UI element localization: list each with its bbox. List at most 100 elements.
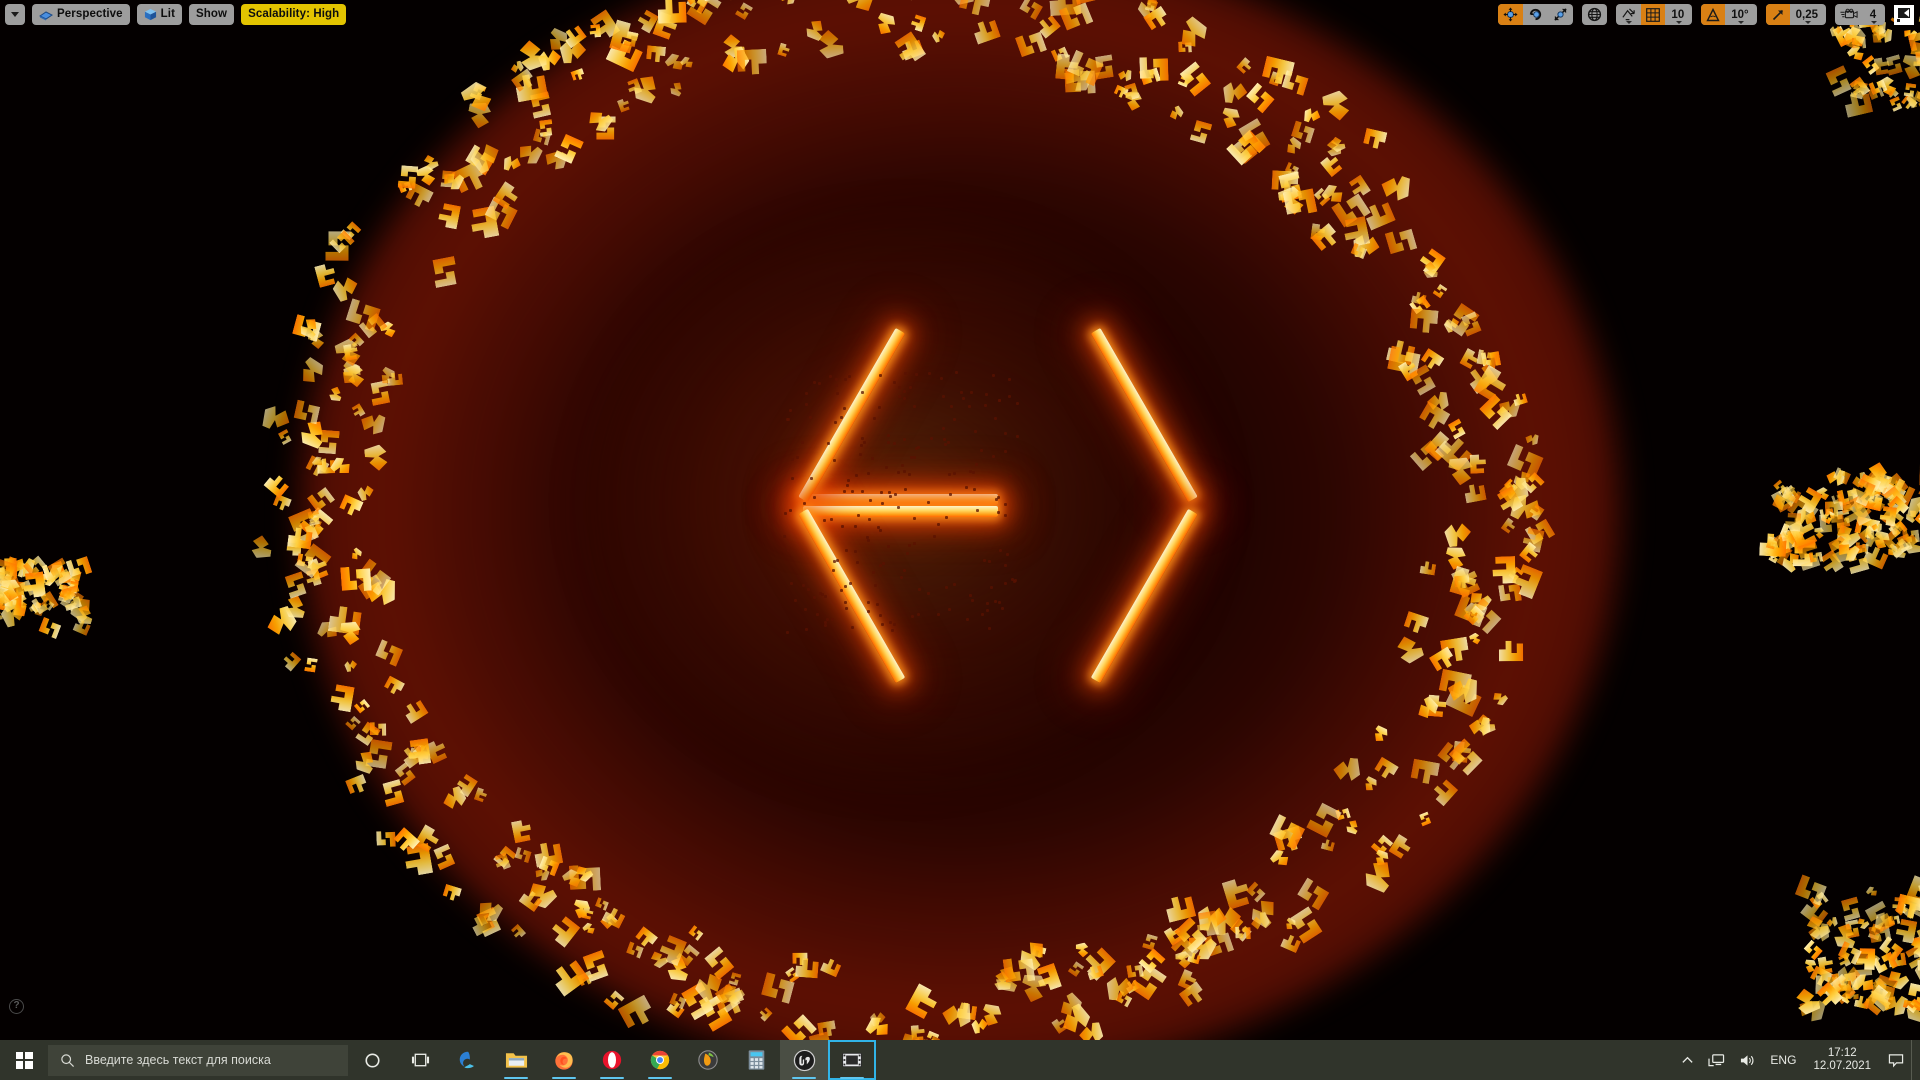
particle-shard [295, 354, 328, 387]
camera-speed-button[interactable] [1835, 4, 1863, 25]
view-mode-lit-label: Lit [160, 8, 176, 20]
scalability-button[interactable]: Scalability: High [241, 4, 347, 25]
show-flags-button[interactable]: Show [189, 4, 235, 25]
star-speck [916, 613, 920, 617]
grid-snap-toggle[interactable] [1641, 4, 1666, 25]
maximize-icon [1894, 4, 1914, 25]
particle-shard [442, 884, 462, 902]
taskbar-item-firefox[interactable] [540, 1040, 588, 1080]
particle-shard [668, 80, 686, 98]
star-speck [873, 416, 877, 420]
particle-shard [314, 262, 337, 288]
taskbar-item-calculator[interactable] [732, 1040, 780, 1080]
world-coordinate-toggle[interactable] [1582, 4, 1607, 25]
particle-shard [381, 779, 407, 807]
star-speck [884, 466, 888, 470]
particle-shard [1498, 582, 1522, 603]
unreal-viewport[interactable]: Perspective Lit Show Scalability: High 1… [0, 0, 1920, 1040]
angle-snap-value[interactable]: 10° [1725, 4, 1756, 25]
network-icon-button[interactable] [1701, 1040, 1732, 1080]
particle-shard [328, 385, 344, 403]
taskbar-item-unreal-engine[interactable] [780, 1040, 828, 1080]
search-icon [61, 1053, 75, 1067]
show-desktop-button[interactable] [1911, 1040, 1920, 1080]
taskbar-item-media[interactable] [828, 1040, 876, 1080]
scale-snap-toggle[interactable] [1765, 4, 1790, 25]
view-mode-lit-button[interactable]: Lit [136, 4, 183, 25]
task-view-button[interactable] [396, 1040, 444, 1080]
camera-speed-value[interactable]: 4 [1863, 4, 1885, 25]
select-move-tool[interactable] [1498, 4, 1524, 25]
particle-shard [340, 565, 372, 592]
particle-shard [911, 1025, 926, 1040]
star-speck [845, 548, 849, 552]
particle-shard [1524, 431, 1541, 446]
particle-shard [757, 1006, 772, 1021]
taskbar-item-edge[interactable] [444, 1040, 492, 1080]
maximize-viewport-button[interactable] [1894, 4, 1914, 25]
surface-snap-icon [1622, 8, 1636, 21]
particle-shard [307, 485, 335, 513]
particle-shard [581, 922, 596, 938]
taskbar-item-chrome[interactable] [636, 1040, 684, 1080]
taskbar-item-opera[interactable] [588, 1040, 636, 1080]
star-speck [867, 518, 871, 522]
particle-shard [437, 202, 461, 229]
particle-shard [818, 29, 844, 59]
taskbar-item-file-explorer[interactable] [492, 1040, 540, 1080]
clock-time: 17:12 [1827, 1047, 1857, 1059]
star-speck [1010, 577, 1014, 581]
star-speck [892, 623, 896, 627]
star-speck [796, 455, 800, 459]
star-speck [910, 455, 914, 459]
star-speck [1004, 431, 1008, 435]
particle-shard [797, 0, 832, 1]
notifications-button[interactable] [1881, 1040, 1911, 1080]
star-speck [893, 441, 897, 445]
volume-icon-button[interactable] [1732, 1040, 1763, 1080]
star-speck [823, 624, 827, 628]
grid-snap-value[interactable]: 10 [1665, 4, 1692, 25]
globe-icon [1588, 7, 1602, 22]
tray-overflow-button[interactable] [1674, 1040, 1701, 1080]
particle-shard [1126, 963, 1144, 979]
star-speck [912, 541, 916, 545]
particle-shard [402, 698, 429, 724]
start-button[interactable] [0, 1040, 48, 1080]
star-speck [944, 586, 948, 590]
star-speck [827, 441, 831, 445]
help-icon[interactable]: ? [9, 999, 24, 1014]
search-input[interactable]: Введите здесь текст для поиска [48, 1044, 348, 1076]
particle-shard [1218, 105, 1242, 131]
particle-shard [351, 403, 366, 419]
rotate-tool[interactable] [1523, 4, 1548, 25]
taskbar-item-fl-studio[interactable] [684, 1040, 732, 1080]
particle-shard [778, 0, 798, 7]
star-speck [994, 498, 998, 502]
language-indicator[interactable]: ENG [1763, 1040, 1803, 1080]
angle-snap-toggle[interactable] [1701, 4, 1726, 25]
star-speck [841, 524, 845, 528]
star-speck [859, 443, 863, 447]
cortana-button[interactable] [348, 1040, 396, 1080]
camera-perspective-button[interactable]: Perspective [32, 4, 130, 25]
viewport-options-dropdown[interactable] [5, 4, 25, 25]
clock[interactable]: 17:12 12.07.2021 [1803, 1047, 1881, 1073]
star-speck [902, 469, 906, 473]
star-speck [908, 543, 912, 547]
star-speck [914, 373, 918, 376]
star-speck [834, 383, 838, 387]
particle-shard [737, 49, 768, 75]
star-speck [782, 534, 786, 538]
star-speck [962, 396, 966, 400]
surface-snap-toggle[interactable] [1616, 4, 1641, 25]
star-speck [816, 612, 820, 616]
star-speck [843, 406, 847, 410]
star-speck [989, 585, 993, 589]
scale-tool[interactable] [1548, 4, 1573, 25]
chevron-down-icon [1871, 21, 1877, 24]
particle-shard [795, 958, 819, 979]
particle-shard [1499, 640, 1523, 661]
star-speck [1008, 474, 1012, 478]
scale-snap-value[interactable]: 0,25 [1790, 4, 1826, 25]
